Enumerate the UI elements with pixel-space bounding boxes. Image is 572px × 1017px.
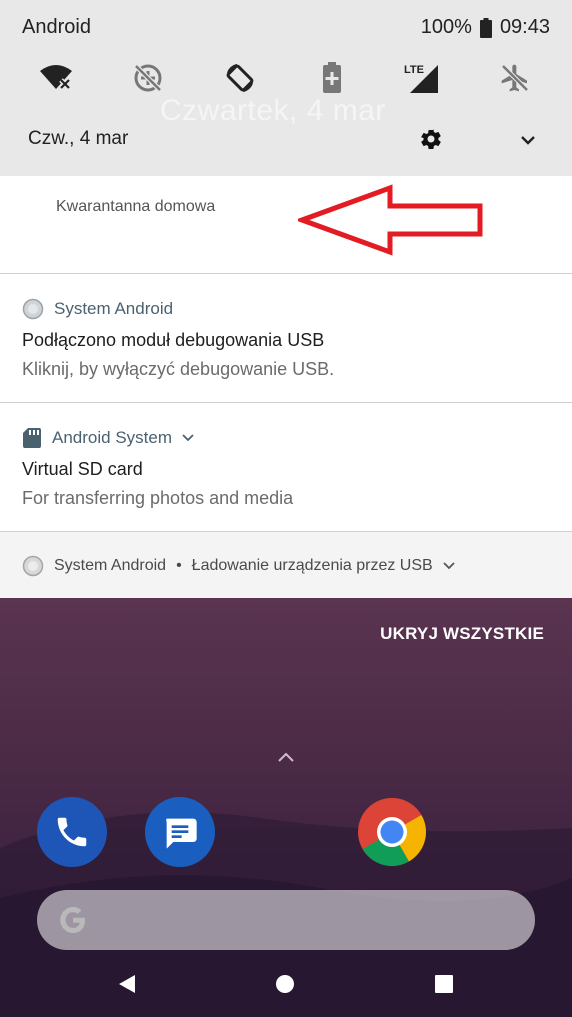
date-label[interactable]: Czw., 4 mar [28, 128, 128, 150]
messages-app-icon[interactable] [145, 797, 215, 867]
data-saver-off-icon[interactable] [130, 60, 166, 96]
notification-app-name: System Android [54, 299, 174, 318]
expand-chevron-icon[interactable] [516, 128, 540, 152]
phone-icon [57, 817, 87, 847]
lte-signal-icon[interactable]: LTE [404, 60, 440, 96]
chrome-app-icon[interactable] [357, 797, 427, 867]
notification-text: Ładowanie urządzenia przez USB [191, 557, 433, 574]
android-system-icon [22, 298, 44, 320]
notification-header: Android System [22, 427, 194, 449]
annotation-arrow-icon [298, 184, 483, 256]
notification-app-name: Android System [52, 428, 172, 447]
notification-title: Kwarantanna domowa [56, 198, 216, 215]
navigation-bar [0, 952, 572, 1017]
notification-header: System Android • Ładowanie urządzenia pr… [22, 555, 455, 577]
chrome-icon [358, 798, 426, 866]
hide-all-button[interactable]: UKRYJ WSZYSTKIE [380, 624, 544, 644]
notification-app-name: System Android [54, 557, 167, 574]
sd-card-icon [23, 428, 41, 448]
battery-saver-icon[interactable] [314, 60, 350, 96]
battery-icon [479, 17, 492, 38]
chevron-down-icon[interactable] [443, 562, 455, 570]
notification-title: Virtual SD card [22, 459, 143, 479]
date-watermark: Czwartek, 4 mar [160, 94, 386, 127]
notification-text: Kliknij, by wyłączyć debugowanie USB. [22, 359, 335, 379]
notification-charging[interactable]: System Android • Ładowanie urządzenia pr… [0, 532, 572, 598]
notification-separator: • [176, 557, 182, 574]
notification-sd-card[interactable]: Android System Virtual SD card For trans… [0, 403, 572, 532]
wifi-off-icon[interactable] [38, 60, 74, 96]
clock: 09:43 [499, 16, 550, 38]
notification-quarantine[interactable]: Kwarantanna domowa [0, 176, 572, 274]
google-search-bar[interactable] [37, 890, 535, 950]
svg-text:LTE: LTE [404, 64, 424, 76]
app-drawer-chevron-icon[interactable] [276, 750, 296, 764]
status-bar: Android 100% 09:43 [0, 0, 572, 56]
home-icon[interactable] [276, 975, 294, 993]
notification-title: Podłączono moduł debugowania USB [22, 330, 325, 350]
auto-rotate-icon[interactable] [222, 60, 258, 96]
carrier-label: Android [22, 16, 91, 38]
back-icon[interactable] [118, 974, 136, 994]
settings-gear-icon[interactable] [419, 127, 443, 151]
chevron-down-icon[interactable] [182, 434, 194, 442]
notification-header: System Android [22, 298, 173, 320]
status-right: 100% 09:43 [421, 16, 550, 39]
battery-percent: 100% [420, 16, 472, 38]
message-icon [166, 818, 197, 849]
recents-icon[interactable] [435, 975, 453, 993]
notification-usb-debugging[interactable]: System Android Podłączono moduł debugowa… [0, 274, 572, 403]
google-g-icon [60, 907, 85, 933]
android-system-icon [22, 555, 44, 577]
phone-app-icon[interactable] [37, 797, 107, 867]
quick-settings-panel: Android 100% 09:43 LTE Czwartek, 4 mar C… [0, 0, 572, 176]
notification-text: For transferring photos and media [22, 488, 294, 508]
airplane-mode-icon[interactable] [497, 60, 533, 96]
